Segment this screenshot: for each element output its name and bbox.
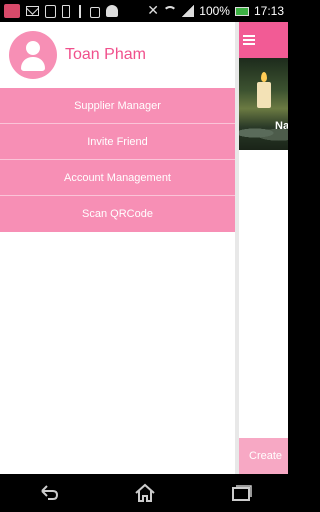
notification-icon: [45, 4, 56, 18]
recent-apps-icon: [232, 485, 252, 501]
battery-percent: 100%: [199, 4, 230, 18]
app-screen: Na Create Toan Pham Supplier Manager Inv…: [0, 22, 288, 474]
menu-item-account-management[interactable]: Account Management: [0, 160, 235, 196]
spa-card[interactable]: Na: [239, 58, 288, 150]
home-icon: [135, 483, 155, 502]
recent-apps-button[interactable]: [220, 478, 260, 508]
gmail-icon: [26, 6, 39, 16]
main-app-bar: [239, 22, 288, 58]
usb-icon: [76, 4, 84, 18]
clock: 17:13: [253, 4, 284, 18]
user-name: Toan Pham: [65, 46, 146, 63]
bluetooth-icon: [147, 2, 159, 19]
wifi-icon: [163, 6, 178, 16]
create-button[interactable]: Create: [239, 438, 288, 474]
drawer-menu: Supplier Manager Invite Friend Account M…: [0, 88, 235, 232]
device-icon: [62, 4, 70, 18]
drawer-header: Toan Pham: [0, 22, 235, 88]
avatar[interactable]: [9, 31, 57, 79]
navigation-drawer: Toan Pham Supplier Manager Invite Friend…: [0, 22, 235, 474]
lock-icon: [90, 6, 100, 18]
navigation-bar: [0, 474, 288, 512]
avatar-body: [21, 57, 45, 71]
card-title: Na: [275, 120, 288, 132]
back-button[interactable]: [28, 478, 68, 508]
signal-icon: [182, 5, 195, 17]
status-bar-system: 100% 17:13: [147, 2, 284, 19]
back-icon: [41, 485, 59, 500]
main-content[interactable]: Na Create: [235, 22, 288, 474]
home-button[interactable]: [124, 478, 164, 508]
status-bar: 100% 17:13: [0, 0, 288, 22]
app-notification-icon: [4, 4, 20, 18]
android-icon: [106, 5, 118, 17]
status-bar-notifications: [4, 4, 118, 18]
candle-flame: [261, 72, 267, 82]
candle-image: [257, 82, 271, 108]
menu-icon[interactable]: [243, 34, 257, 46]
avatar-head: [26, 41, 40, 55]
menu-item-invite-friend[interactable]: Invite Friend: [0, 124, 235, 160]
battery-icon: [234, 6, 249, 16]
menu-item-scan-qrcode[interactable]: Scan QRCode: [0, 196, 235, 232]
menu-item-supplier-manager[interactable]: Supplier Manager: [0, 88, 235, 124]
